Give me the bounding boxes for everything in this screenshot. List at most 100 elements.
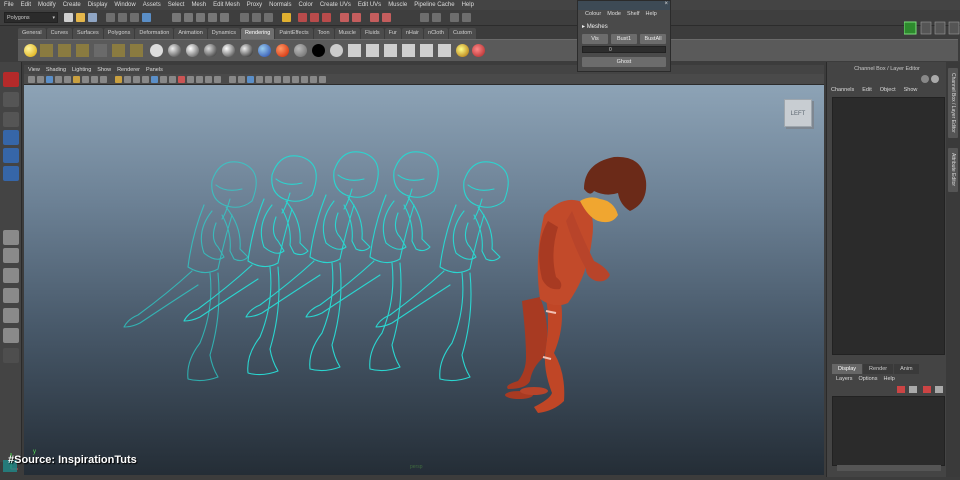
paint-select-tool-icon[interactable]	[3, 112, 19, 127]
menu-item-pipeline-cache[interactable]: Pipeline Cache	[414, 2, 454, 8]
menu-item-help[interactable]: Help	[462, 2, 474, 8]
snap-surface-icon[interactable]	[220, 13, 229, 22]
menu-item-display[interactable]: Display	[88, 2, 108, 8]
menu-item-color[interactable]: Color	[298, 2, 312, 8]
shelf-tab-fur[interactable]: Fur	[384, 28, 401, 39]
viewport-toolbar-button[interactable]	[319, 76, 326, 83]
open-scene-icon[interactable]	[76, 13, 85, 22]
viewport-toolbar-button[interactable]	[133, 76, 140, 83]
viewport-toolbar-button[interactable]	[301, 76, 308, 83]
channel-box-area[interactable]	[832, 97, 945, 355]
mesh-menu-shelf[interactable]: Shelf	[627, 11, 640, 21]
hypershade-window-icon[interactable]	[366, 44, 379, 57]
viewport-toolbar-button[interactable]	[310, 76, 317, 83]
persp-graph-layout-icon[interactable]	[3, 288, 19, 303]
snap-grid-icon[interactable]	[172, 13, 181, 22]
shelf-tab-dynamics[interactable]: Dynamics	[207, 28, 240, 39]
layer-tab-anim[interactable]: Anim	[894, 364, 919, 374]
viewport-toolbar-button[interactable]	[196, 76, 203, 83]
camera-icon[interactable]	[94, 44, 107, 57]
viewport-menu-renderer[interactable]: Renderer	[117, 67, 140, 73]
snap-point-icon[interactable]	[196, 13, 205, 22]
input-ops-icon[interactable]	[252, 13, 261, 22]
hypershade-icon[interactable]	[340, 13, 349, 22]
sculpt-icon[interactable]	[420, 13, 429, 22]
shelf-tab-painteffects[interactable]: PaintEffects	[275, 28, 313, 39]
uv-editor-icon[interactable]	[382, 13, 391, 22]
viewport-toolbar-button[interactable]	[115, 76, 122, 83]
viewport-toolbar-button[interactable]	[247, 76, 254, 83]
ipr-render-icon[interactable]	[310, 13, 319, 22]
viewport-menu-view[interactable]: View	[28, 67, 40, 73]
menu-item-edit-mesh[interactable]: Edit Mesh	[213, 2, 240, 8]
lasso-tool-icon[interactable]	[3, 92, 19, 107]
select-object-icon[interactable]	[118, 13, 127, 22]
construction-history-icon[interactable]	[282, 13, 291, 22]
shading-map-icon[interactable]	[330, 44, 343, 57]
render-view-window-icon[interactable]	[348, 44, 361, 57]
layer-list[interactable]	[832, 396, 945, 466]
point-light-icon[interactable]	[24, 44, 37, 57]
render-view-icon[interactable]	[352, 13, 361, 22]
viewport-toolbar-button[interactable]	[265, 76, 272, 83]
persp-outliner-layout-icon[interactable]	[3, 268, 19, 283]
menu-item-select[interactable]: Select	[168, 2, 185, 8]
menu-item-create[interactable]: Create	[63, 2, 81, 8]
viewport-toolbar-button[interactable]	[124, 76, 131, 83]
phong-material-icon[interactable]	[204, 44, 217, 57]
hypershade-layout-icon[interactable]	[3, 308, 19, 323]
history-icon[interactable]	[240, 13, 249, 22]
menu-item-create-uvs[interactable]: Create UVs	[320, 2, 351, 8]
mesh-menu-help[interactable]: Help	[646, 11, 657, 21]
panel-title-bar[interactable]: ×	[578, 1, 670, 10]
channel-menu-show[interactable]: Show	[904, 87, 918, 93]
mental-ray-icon[interactable]	[456, 44, 469, 57]
render-settings-window-icon[interactable]	[384, 44, 397, 57]
spot-light-icon[interactable]	[40, 44, 53, 57]
shelf-tab-surfaces[interactable]: Surfaces	[73, 28, 103, 39]
viewport-toolbar-button[interactable]	[46, 76, 53, 83]
mask-icon[interactable]	[142, 13, 151, 22]
viewport-menu-shading[interactable]: Shading	[46, 67, 66, 73]
viewport-toolbar-button[interactable]	[64, 76, 71, 83]
select-hierarchy-icon[interactable]	[106, 13, 115, 22]
viewport-menu-show[interactable]: Show	[97, 67, 111, 73]
phonge-material-icon[interactable]	[222, 44, 235, 57]
shelf-tab-general[interactable]: General	[18, 28, 46, 39]
scale-tool-icon[interactable]	[3, 166, 19, 181]
four-view-layout-icon[interactable]	[3, 248, 19, 263]
shelf-tab-polygons[interactable]: Polygons	[103, 28, 135, 39]
surface-shader-icon[interactable]	[294, 44, 307, 57]
render-icon[interactable]	[150, 44, 163, 57]
viewport-toolbar-button[interactable]	[151, 76, 158, 83]
viewport-toolbar-button[interactable]	[187, 76, 194, 83]
layer-tab-display[interactable]: Display	[832, 364, 863, 374]
viewport-toolbar-button[interactable]	[28, 76, 35, 83]
use-background-icon[interactable]	[312, 44, 325, 57]
batch-render-icon[interactable]	[402, 44, 415, 57]
viewport-toolbar-button[interactable]	[82, 76, 89, 83]
output-ops-icon[interactable]	[264, 13, 273, 22]
move-tool-icon[interactable]	[3, 130, 19, 145]
area-light-icon[interactable]	[58, 44, 71, 57]
channel-menu-edit[interactable]: Edit	[862, 87, 871, 93]
viewport-toolbar-button[interactable]	[178, 76, 185, 83]
outliner-layout-icon[interactable]	[3, 328, 19, 343]
viewport-toolbar-button[interactable]	[73, 76, 80, 83]
viewport-toolbar-button[interactable]	[37, 76, 44, 83]
viewport-toolbar-button[interactable]	[229, 76, 236, 83]
menu-item-normals[interactable]: Normals	[269, 2, 291, 8]
viewport-menu-panels[interactable]: Panels	[146, 67, 163, 73]
paint-weights-icon[interactable]	[432, 13, 441, 22]
snap-view-icon[interactable]	[208, 13, 217, 22]
misc-tool-icon[interactable]	[462, 13, 471, 22]
bust1-button[interactable]: Bust1	[611, 34, 637, 44]
viewport-toolbar-button[interactable]	[205, 76, 212, 83]
viewport-toolbar-button[interactable]	[169, 76, 176, 83]
ipr-icon[interactable]	[420, 44, 433, 57]
shelf-tab-nhair[interactable]: nHair	[401, 28, 424, 39]
layer-horizontal-scrollbar[interactable]	[837, 465, 941, 471]
shelf-tab-curves[interactable]: Curves	[46, 28, 72, 39]
layered-shader-icon[interactable]	[258, 44, 271, 57]
channel-menu-object[interactable]: Object	[880, 87, 896, 93]
